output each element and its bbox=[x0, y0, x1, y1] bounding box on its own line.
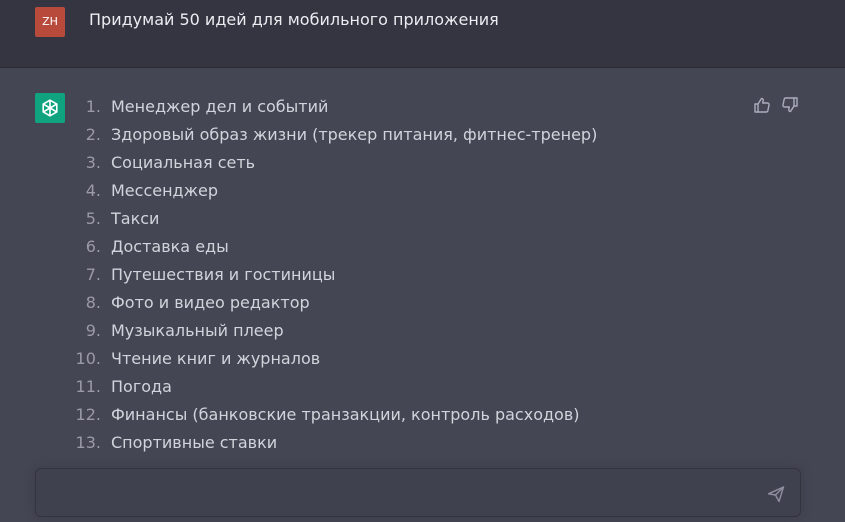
list-item: 13. Спортивные ставки bbox=[75, 430, 597, 458]
assistant-message-row: 1. Менеджер дел и событий 2. Здоровый обра… bbox=[0, 68, 845, 522]
list-item-text: Музыкальный плеер bbox=[111, 321, 284, 340]
thumbs-up-icon bbox=[754, 97, 770, 113]
list-item-text: Путешествия и гостиницы bbox=[111, 265, 336, 284]
list-item: 9. Музыкальный плеер bbox=[75, 318, 597, 346]
list-item-text: Финансы (банковские транзакции, контроль… bbox=[111, 405, 580, 424]
send-button[interactable] bbox=[766, 484, 786, 504]
list-item-text: Фото и видео редактор bbox=[111, 293, 310, 312]
list-item-number: 12. bbox=[75, 405, 101, 424]
send-icon bbox=[767, 486, 785, 503]
list-item-number: 4. bbox=[85, 181, 101, 200]
list-item: 7. Путешествия и гостиницы bbox=[75, 262, 597, 290]
list-item-number: 11. bbox=[75, 377, 101, 396]
idea-list: 1. Менеджер дел и событий 2. Здоровый обра… bbox=[75, 94, 598, 458]
list-item: 10. Чтение книг и журналов bbox=[75, 346, 597, 374]
message-composer bbox=[35, 468, 801, 517]
list-item-number: 13. bbox=[75, 433, 101, 452]
list-item-number: 9. bbox=[85, 321, 101, 340]
list-item: 1. Менеджер дел и событий bbox=[75, 94, 597, 122]
list-item-number: 3. bbox=[85, 153, 101, 172]
list-item-text: Менеджер дел и событий bbox=[111, 97, 329, 116]
message-input[interactable] bbox=[50, 481, 754, 509]
list-item: 11. Погода bbox=[75, 374, 597, 402]
list-item-text: Социальная сеть bbox=[111, 153, 256, 172]
list-item-number: 10. bbox=[75, 349, 101, 368]
list-item-number: 1. bbox=[85, 97, 101, 116]
thumbs-down-icon bbox=[782, 97, 798, 113]
list-item-number: 5. bbox=[85, 209, 101, 228]
openai-logo-icon bbox=[42, 99, 58, 117]
list-item: 8. Фото и видео редактор bbox=[75, 290, 597, 318]
list-item-number: 8. bbox=[85, 293, 101, 312]
user-avatar: ZH bbox=[35, 7, 65, 37]
assistant-avatar bbox=[35, 93, 65, 123]
list-item: 6. Доставка еды bbox=[75, 234, 597, 262]
list-item-text: Чтение книг и журналов bbox=[111, 349, 321, 368]
list-item-text: Доставка еды bbox=[111, 237, 229, 256]
list-item: 4. Мессенджер bbox=[75, 178, 597, 206]
list-item-text: Спортивные ставки bbox=[111, 433, 278, 452]
list-item-text: Здоровый образ жизни (трекер питания, фи… bbox=[111, 125, 598, 144]
list-item: 12. Финансы (банковские транзакции, контр… bbox=[75, 402, 597, 430]
thumbs-up-button[interactable] bbox=[753, 96, 771, 114]
list-item-number: 7. bbox=[85, 265, 101, 284]
list-item-text: Погода bbox=[111, 377, 172, 396]
list-item-number: 6. bbox=[85, 237, 101, 256]
list-item: 5. Такси bbox=[75, 206, 597, 234]
list-item-text: Мессенджер bbox=[111, 181, 219, 200]
user-message-row: ZH Придумай 50 идей для мобильного прило… bbox=[0, 0, 845, 68]
list-item-number: 2. bbox=[85, 125, 101, 144]
thumbs-down-button[interactable] bbox=[781, 96, 799, 114]
user-message-text: Придумай 50 идей для мобильного приложен… bbox=[89, 10, 499, 29]
list-item: 3. Социальная сеть bbox=[75, 150, 597, 178]
list-item-text: Такси bbox=[111, 209, 160, 228]
list-item: 2. Здоровый образ жизни (трекер питания, … bbox=[75, 122, 598, 150]
